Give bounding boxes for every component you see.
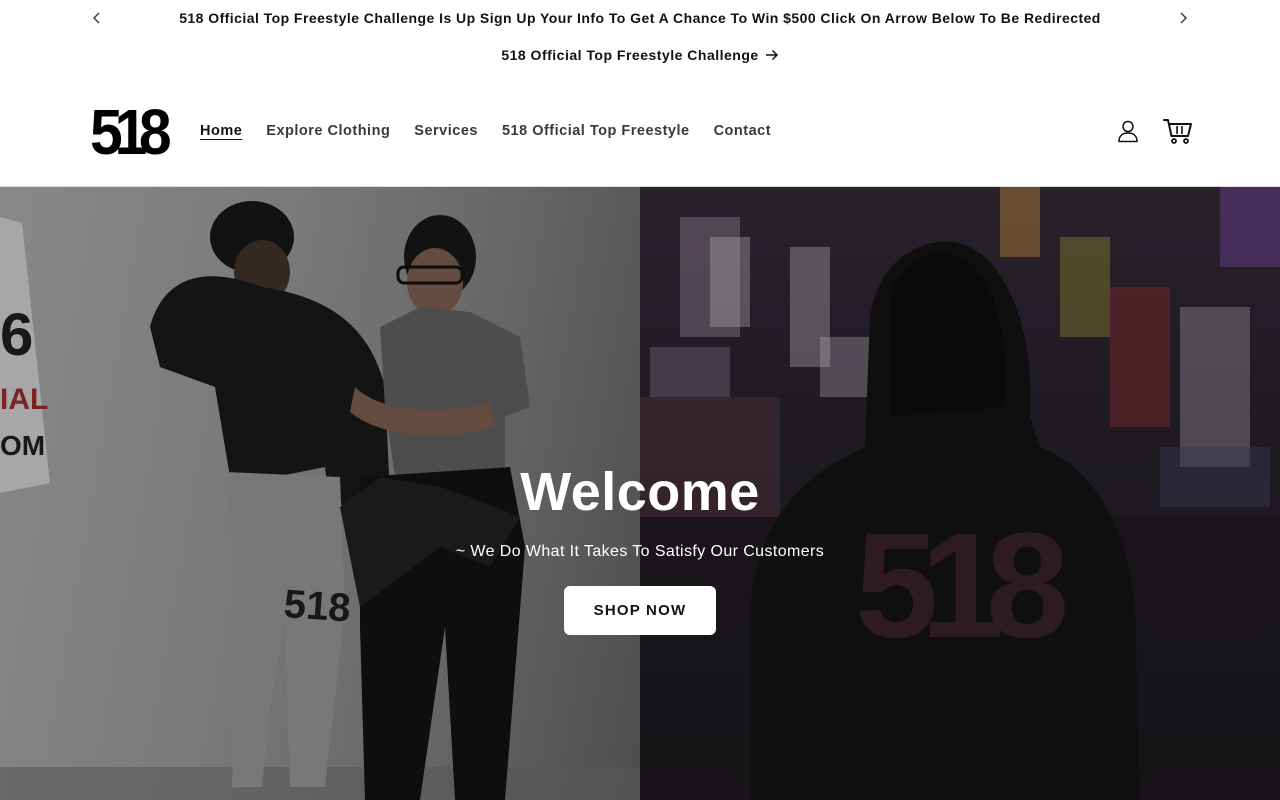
shop-now-button[interactable]: SHOP NOW [564, 586, 716, 635]
chevron-left-icon [93, 12, 100, 24]
svg-text:IAL: IAL [0, 383, 48, 416]
nav-item-label: Services [414, 123, 478, 139]
hero-subtitle: ~ We Do What It Takes To Satisfy Our Cus… [455, 543, 825, 560]
hero-banner: 6 IAL OM 518 518 Welcome ~ We Do What It… [0, 187, 1280, 800]
announcement-link-label: 518 Official Top Freestyle Challenge [501, 47, 759, 63]
announcement-bar: 518 Official Top Freestyle Challenge Is … [0, 0, 1280, 80]
svg-text:OM: OM [0, 430, 45, 461]
hero-title: Welcome [520, 462, 760, 522]
svg-text:6: 6 [0, 301, 33, 368]
nav-item-explore-clothing[interactable]: Explore Clothing [254, 120, 402, 142]
nav-item-label: Contact [713, 123, 772, 139]
nav-item-label: Home [200, 123, 243, 139]
main-nav: Home Explore Clothing Services 518 Offic… [188, 120, 783, 142]
announcement-prev-button[interactable] [87, 8, 107, 28]
user-icon [1118, 120, 1138, 143]
account-button[interactable] [1112, 115, 1144, 147]
hero-content: Welcome ~ We Do What It Takes To Satisfy… [0, 461, 1280, 635]
nav-item-freestyle[interactable]: 518 Official Top Freestyle [490, 120, 702, 142]
announcement-text: 518 Official Top Freestyle Challenge Is … [179, 10, 1101, 26]
cart-button[interactable] [1162, 115, 1194, 147]
nav-item-home[interactable]: Home [188, 120, 254, 142]
cart-icon [1163, 119, 1192, 144]
nav-item-services[interactable]: Services [402, 120, 490, 142]
nav-item-label: 518 Official Top Freestyle [501, 123, 690, 139]
site-logo[interactable]: 518 [90, 100, 172, 164]
logo-text: 518 [90, 95, 172, 168]
site-header: 518 Home Explore Clothing Services 518 O… [0, 80, 1280, 187]
nav-item-contact[interactable]: Contact [702, 120, 783, 142]
header-icons [1112, 115, 1194, 147]
announcement-next-button[interactable] [1173, 8, 1193, 28]
arrow-right-icon [765, 50, 778, 61]
announcement-link[interactable]: 518 Official Top Freestyle Challenge [0, 47, 1280, 63]
nav-item-label: Explore Clothing [266, 123, 391, 139]
chevron-right-icon [1180, 12, 1187, 24]
